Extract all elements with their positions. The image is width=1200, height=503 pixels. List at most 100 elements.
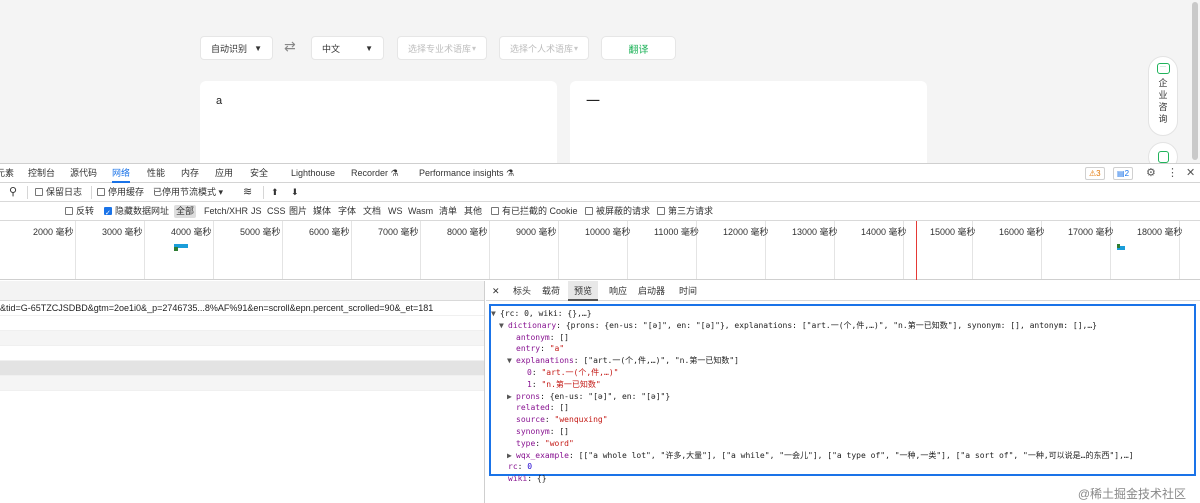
tab-preview[interactable]: 预览 <box>568 281 599 301</box>
request-row-selected[interactable] <box>0 361 484 376</box>
filter-font[interactable]: 字体 <box>336 205 358 218</box>
json-root-row[interactable]: ▼ {rc: 0, wiki: {},…} <box>491 308 1194 320</box>
translator-page: 自动识别 ▼ ⇄ 中文 ▼ 选择专业术语库 ▾ 选择个人术语库 ▾ 翻译 a 一 ···… <box>0 0 1200 163</box>
json-dictionary-row[interactable]: ▼ dictionary: {prons: {en-us: "[ə]", en: … <box>491 320 1194 332</box>
result-text-card: 一 <box>570 81 927 163</box>
tab-performance-insights[interactable]: Performance insights ⚗ <box>419 164 514 183</box>
preserve-log-checkbox[interactable]: 保留日志 <box>35 183 82 202</box>
checkbox[interactable] <box>657 207 665 215</box>
expand-triangle-icon[interactable]: ▶ <box>507 391 516 403</box>
timeline-tick-label: 11000 毫秒 <box>654 227 699 237</box>
chevron-down-icon: ▾ <box>573 43 578 53</box>
timeline-request-bar <box>1117 244 1120 248</box>
filter-all[interactable]: 全部 <box>174 205 197 218</box>
chevron-down-icon: ▼ <box>365 43 373 53</box>
close-icon[interactable]: ✕ <box>1186 166 1195 179</box>
checkbox-checked[interactable] <box>104 204 112 223</box>
filter-ws[interactable]: WS <box>386 205 405 218</box>
checkbox[interactable] <box>97 188 105 196</box>
tab-memory[interactable]: 内存 <box>181 164 199 183</box>
filter-manifest[interactable]: 清单 <box>437 205 459 218</box>
translate-button[interactable]: 翻译 <box>601 36 676 60</box>
request-row[interactable] <box>0 346 484 361</box>
tab-security[interactable]: 安全 <box>250 164 268 183</box>
throttling-select[interactable]: 已停用节流模式 ▾ <box>153 183 223 202</box>
invert-checkbox[interactable]: 反转 <box>65 202 94 221</box>
checkbox[interactable] <box>65 207 73 215</box>
gear-icon[interactable]: ⚙ <box>1146 166 1156 179</box>
tab-performance[interactable]: 性能 <box>147 164 165 183</box>
more-menu-icon[interactable]: ⋮ <box>1167 166 1178 179</box>
tab-headers[interactable]: 标头 <box>509 281 535 301</box>
hide-data-urls-checkbox[interactable]: 隐藏数据网址 <box>104 202 169 223</box>
expand-triangle-icon[interactable]: ▼ <box>507 355 516 367</box>
request-row[interactable] <box>0 331 484 346</box>
request-row[interactable] <box>0 316 484 331</box>
throttling-label: 已停用节流模式 <box>153 187 217 197</box>
tab-console[interactable]: 控制台 <box>28 164 55 183</box>
import-har-icon[interactable]: ⬆ <box>271 183 279 202</box>
personal-glossary-select[interactable]: 选择个人术语库 ▾ <box>499 36 589 60</box>
warnings-badge[interactable]: ⚠3 <box>1085 167 1105 180</box>
pro-glossary-select[interactable]: 选择专业术语库 ▾ <box>397 36 487 60</box>
filter-wasm[interactable]: Wasm <box>406 205 435 218</box>
filter-img[interactable]: 图片 <box>287 205 309 218</box>
messages-badge[interactable]: ▤2 <box>1113 167 1134 180</box>
filter-other[interactable]: 其他 <box>462 205 484 218</box>
tab-timing[interactable]: 时间 <box>675 281 701 301</box>
json-preview[interactable]: ▼ {rc: 0, wiki: {},…} ▼ dictionary: {prons… <box>489 304 1196 483</box>
invert-label: 反转 <box>76 206 95 216</box>
filter-media[interactable]: 媒体 <box>311 205 333 218</box>
disable-cache-checkbox[interactable]: 停用缓存 <box>97 183 144 202</box>
filter-fetch-xhr[interactable]: Fetch/XHR <box>202 205 250 218</box>
source-language-select[interactable]: 自动识别 ▼ <box>200 36 273 60</box>
search-icon[interactable]: ⚲ <box>9 183 17 202</box>
filter-js[interactable]: JS <box>249 205 264 218</box>
network-timeline-overview[interactable]: 2000 毫秒 3000 毫秒 4000 毫秒 5000 毫秒 6000 毫秒 7000 … <box>0 221 1200 280</box>
export-har-icon[interactable]: ⬇ <box>291 183 299 202</box>
expand-triangle-icon[interactable]: ▼ <box>499 320 508 332</box>
json-row: source: "wenquxing" <box>516 415 608 425</box>
checkbox[interactable] <box>585 207 593 215</box>
third-party-checkbox[interactable]: 第三方请求 <box>657 202 713 221</box>
tab-response[interactable]: 响应 <box>605 281 631 301</box>
blocked-cookies-label: 有已拦截的 Cookie <box>502 206 578 216</box>
consult-label: 企业咨询 <box>1158 78 1168 124</box>
json-wqx-example-row[interactable]: ▶ wqx_example: [["a whole lot", "许多,大量"],… <box>491 450 1194 462</box>
tab-payload[interactable]: 载荷 <box>537 281 565 301</box>
tab-lighthouse[interactable]: Lighthouse <box>291 164 335 183</box>
request-row[interactable]: &tid=G-65TZCJSDBD&gtm=2oe1i0&_p=2746735.… <box>0 301 484 316</box>
wifi-conditions-icon[interactable]: ≋ <box>243 183 252 202</box>
tab-elements[interactable]: 元素 <box>0 164 14 183</box>
expand-triangle-icon[interactable]: ▶ <box>507 450 516 462</box>
source-text-card[interactable]: a <box>200 81 557 163</box>
request-row[interactable] <box>0 376 484 391</box>
swap-languages-icon[interactable]: ⇄ <box>284 38 296 55</box>
target-language-select[interactable]: 中文 ▼ <box>311 36 384 60</box>
timeline-gridline <box>282 221 283 279</box>
page-scrollbar[interactable] <box>1192 2 1198 160</box>
blocked-requests-checkbox[interactable]: 被屏蔽的请求 <box>585 202 650 221</box>
tab-network[interactable]: 网络 <box>112 164 131 183</box>
checkbox[interactable] <box>35 188 43 196</box>
enterprise-consult-button[interactable]: ··· 企业咨询 <box>1148 56 1178 136</box>
timeline-tick-label: 18000 毫秒 <box>1137 227 1183 237</box>
json-row: type: "word" <box>516 438 574 448</box>
json-prons-row[interactable]: ▶ prons: {en-us: "[ə]", en: "[ə]"} <box>491 391 1194 403</box>
tab-sources[interactable]: 源代码 <box>70 164 97 183</box>
filter-doc[interactable]: 文档 <box>361 205 383 218</box>
timeline-tick-label: 6000 毫秒 <box>309 227 350 237</box>
feedback-icon[interactable] <box>1148 142 1178 163</box>
tab-initiator[interactable]: 启动器 <box>634 281 669 301</box>
close-icon[interactable]: ✕ <box>492 281 500 301</box>
filter-input[interactable] <box>0 204 60 219</box>
tab-recorder[interactable]: Recorder ⚗ <box>351 164 399 183</box>
tab-application[interactable]: 应用 <box>215 164 233 183</box>
expand-triangle-icon[interactable]: ▼ <box>491 308 500 320</box>
source-text[interactable]: a <box>216 95 222 107</box>
request-list[interactable]: &tid=G-65TZCJSDBD&gtm=2oe1i0&_p=2746735.… <box>0 281 485 503</box>
json-explanations-row[interactable]: ▼ explanations: ["art.一(个,件,…)", "n.第一已知数… <box>491 355 1194 367</box>
blocked-cookies-checkbox[interactable]: 有已拦截的 Cookie <box>491 202 578 221</box>
filter-css[interactable]: CSS <box>265 205 288 218</box>
checkbox[interactable] <box>491 207 499 215</box>
